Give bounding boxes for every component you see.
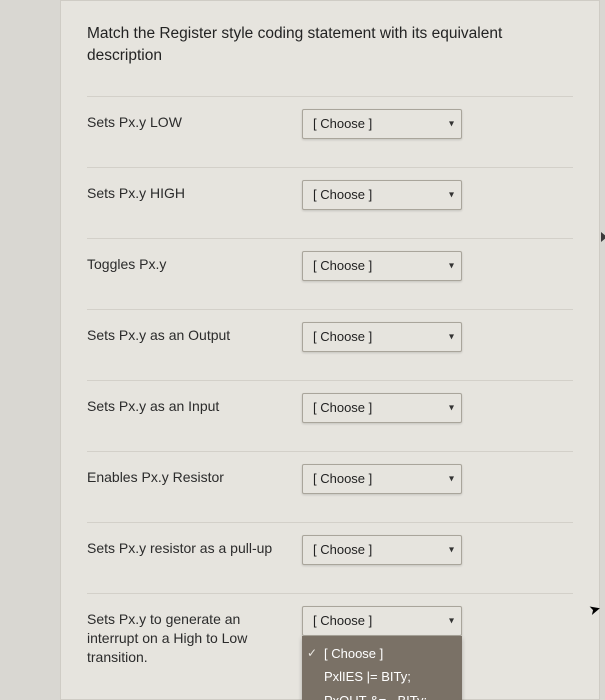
match-label: Sets Px.y LOW [87, 109, 292, 132]
answer-select[interactable]: [ Choose ] ▾ [302, 180, 462, 210]
select-value: [ Choose ] [313, 471, 372, 486]
match-row: Sets Px.y to generate an interrupt on a … [87, 593, 573, 667]
match-label: Sets Px.y as an Output [87, 322, 292, 345]
chevron-down-icon: ▾ [449, 402, 454, 413]
select-wrap: [ Choose ] ▾ [302, 535, 462, 565]
select-value: [ Choose ] [313, 329, 372, 344]
caret-right-icon [601, 232, 605, 242]
select-wrap: [ Choose ] ▾ [302, 393, 462, 423]
answer-select[interactable]: [ Choose ] ▾ [302, 606, 462, 636]
dropdown-option[interactable]: PxOUT &= ~BITy; [302, 689, 462, 700]
answer-select[interactable]: [ Choose ] ▾ [302, 393, 462, 423]
answer-select[interactable]: [ Choose ] ▾ [302, 109, 462, 139]
select-value: [ Choose ] [313, 258, 372, 273]
match-label: Sets Px.y to generate an interrupt on a … [87, 606, 292, 667]
select-value: [ Choose ] [313, 542, 372, 557]
select-wrap: [ Choose ] ▾ ✓ [ Choose ] PxlIES |= BITy… [302, 606, 462, 636]
chevron-down-icon: ▾ [449, 260, 454, 271]
select-wrap: [ Choose ] ▾ [302, 251, 462, 281]
match-row: Sets Px.y HIGH [ Choose ] ▾ [87, 167, 573, 238]
option-label: PxlIES |= BITy; [324, 669, 411, 684]
chevron-down-icon: ▾ [449, 189, 454, 200]
match-row: Toggles Px.y [ Choose ] ▾ [87, 238, 573, 309]
chevron-down-icon: ▾ [449, 473, 454, 484]
match-label: Toggles Px.y [87, 251, 292, 274]
match-row: Enables Px.y Resistor [ Choose ] ▾ [87, 451, 573, 522]
dropdown-option[interactable]: ✓ [ Choose ] [302, 642, 462, 666]
match-row: Sets Px.y LOW [ Choose ] ▾ [87, 96, 573, 167]
select-value: [ Choose ] [313, 400, 372, 415]
select-wrap: [ Choose ] ▾ [302, 322, 462, 352]
select-wrap: [ Choose ] ▾ [302, 464, 462, 494]
select-value: [ Choose ] [313, 116, 372, 131]
answer-select[interactable]: [ Choose ] ▾ [302, 322, 462, 352]
dropdown-menu: ✓ [ Choose ] PxlIES |= BITy; PxOUT &= ~B… [302, 636, 462, 700]
match-row: Sets Px.y as an Input [ Choose ] ▾ [87, 380, 573, 451]
answer-select[interactable]: [ Choose ] ▾ [302, 464, 462, 494]
match-row: Sets Px.y resistor as a pull-up [ Choose… [87, 522, 573, 593]
answer-select[interactable]: [ Choose ] ▾ [302, 535, 462, 565]
select-wrap: [ Choose ] ▾ [302, 109, 462, 139]
select-wrap: [ Choose ] ▾ [302, 180, 462, 210]
match-row: Sets Px.y as an Output [ Choose ] ▾ [87, 309, 573, 380]
chevron-down-icon: ▾ [449, 331, 454, 342]
chevron-down-icon: ▾ [449, 544, 454, 555]
match-label: Enables Px.y Resistor [87, 464, 292, 487]
match-label: Sets Px.y HIGH [87, 180, 292, 203]
answer-select[interactable]: [ Choose ] ▾ [302, 251, 462, 281]
question-prompt: Match the Register style coding statemen… [87, 23, 573, 68]
cursor-icon: ➤ [587, 600, 603, 619]
select-value: [ Choose ] [313, 613, 372, 628]
match-label: Sets Px.y as an Input [87, 393, 292, 416]
chevron-down-icon: ▾ [449, 615, 454, 626]
question-card: Match the Register style coding statemen… [60, 0, 600, 700]
check-icon: ✓ [307, 645, 317, 661]
select-value: [ Choose ] [313, 187, 372, 202]
chevron-down-icon: ▾ [449, 118, 454, 129]
option-label: [ Choose ] [324, 646, 383, 661]
match-label: Sets Px.y resistor as a pull-up [87, 535, 292, 558]
dropdown-option[interactable]: PxlIES |= BITy; [302, 665, 462, 689]
option-label: PxOUT &= ~BITy; [324, 693, 427, 700]
